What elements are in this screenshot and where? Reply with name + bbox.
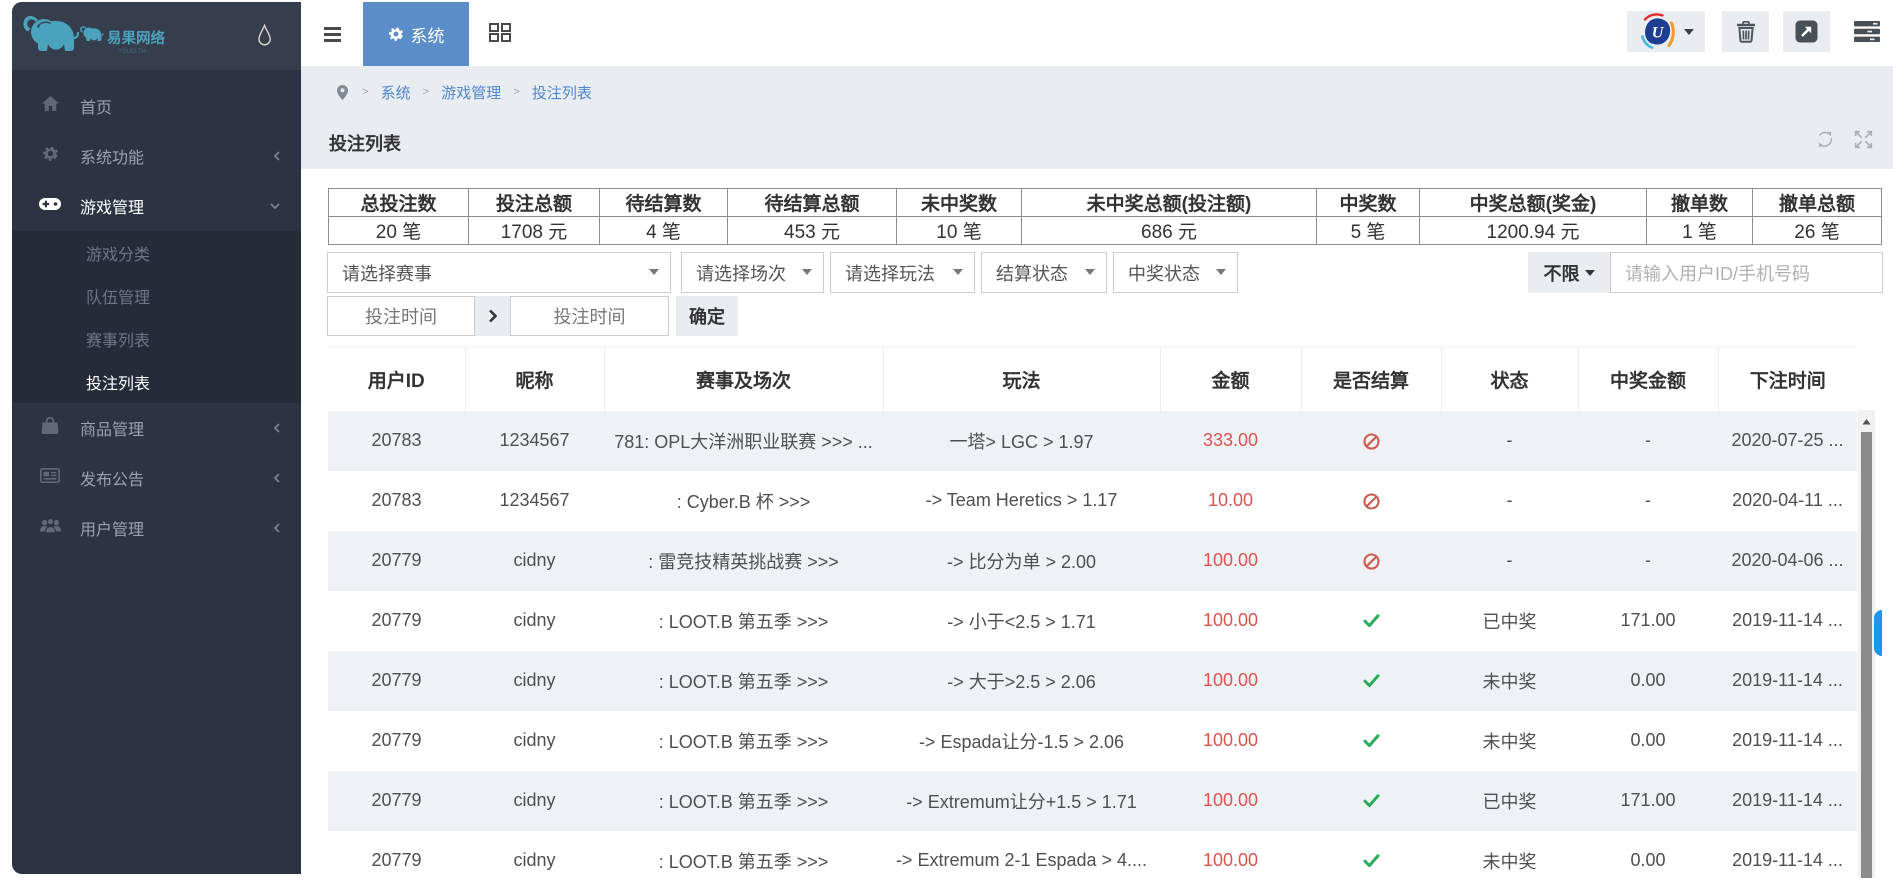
svg-text:易果网络: 易果网络 [107, 29, 165, 47]
svg-text:U: U [1652, 24, 1665, 41]
svg-text:·YGUO·TH·: ·YGUO·TH· [116, 49, 148, 55]
